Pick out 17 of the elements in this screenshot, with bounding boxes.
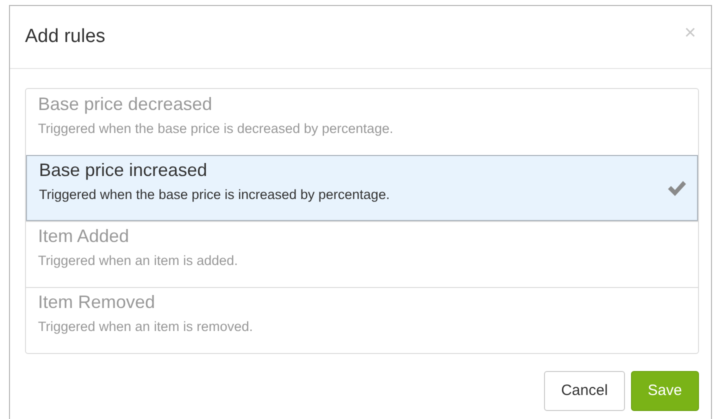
rule-description: Triggered when an item is removed. (38, 318, 254, 336)
rule-description: Triggered when the base price is increased by percentage. (39, 186, 391, 204)
cancel-button[interactable]: Cancel (544, 371, 625, 411)
rule-name: Base price increased (39, 158, 208, 180)
rule-item[interactable]: Item Added Triggered when an item is added. (26, 221, 698, 287)
rule-item[interactable]: Base price decreased Triggered when the base price is decreased by percentage. (26, 89, 698, 155)
close-button[interactable]: × (684, 23, 696, 43)
rule-description: Triggered when the base price is decreased by percentage. (38, 120, 394, 138)
rule-name: Base price decreased (38, 92, 214, 114)
rule-name: Item Added (38, 225, 130, 247)
dialog-title: Add rules (25, 26, 106, 48)
rule-item[interactable]: Base price increased Triggered when the base price is increased by percentage. (26, 155, 698, 221)
checkmark-icon (667, 180, 687, 196)
rule-name: Item Removed (38, 291, 156, 313)
save-button[interactable]: Save (630, 371, 699, 411)
rule-item[interactable]: Item Removed Triggered when an item is removed. (26, 287, 698, 353)
rule-description: Triggered when an item is added. (38, 252, 239, 270)
